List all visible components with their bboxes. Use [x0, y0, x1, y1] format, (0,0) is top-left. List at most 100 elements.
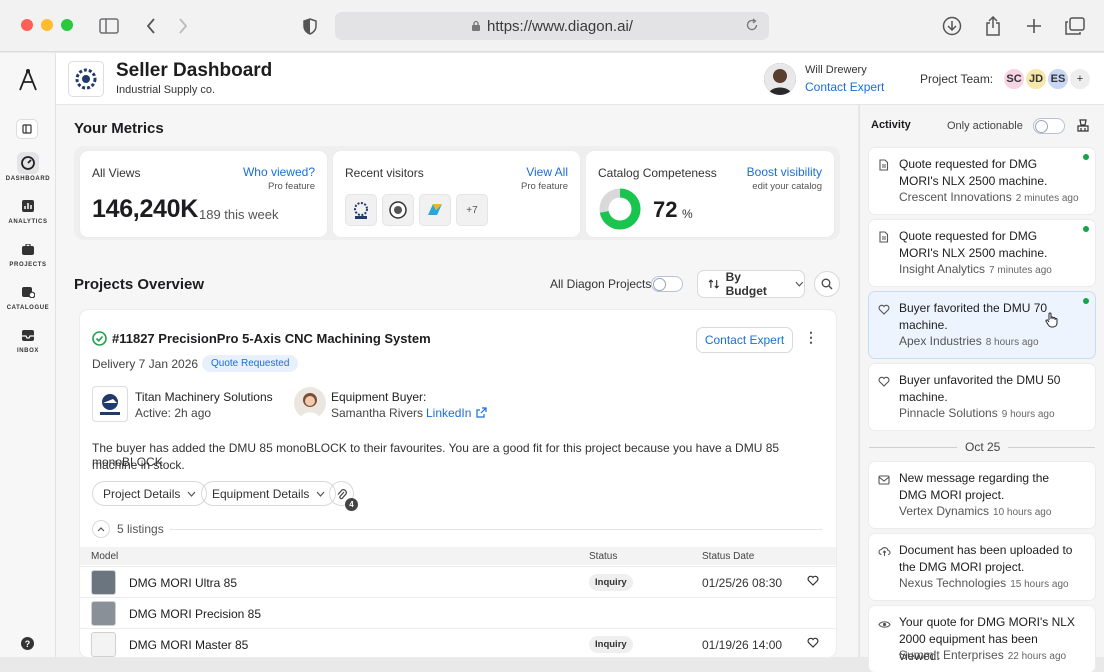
activity-company: Pinnacle Solutions	[899, 406, 998, 420]
view-all-link[interactable]: View All	[526, 165, 568, 179]
contact-expert-link[interactable]: Contact Expert	[805, 80, 884, 94]
activity-company: Crescent Innovations	[899, 190, 1012, 204]
team-avatar-jd[interactable]: JD	[1024, 67, 1048, 91]
who-viewed-link[interactable]: Who viewed?	[243, 165, 315, 179]
nav-dashboard-label: DASHBOARD	[5, 176, 51, 182]
shield-icon[interactable]	[298, 14, 322, 38]
machine-thumbnail	[91, 632, 116, 657]
all-projects-label: All Diagon Projects	[550, 277, 652, 291]
activity-time: 9 hours ago	[1001, 409, 1055, 420]
search-icon	[821, 278, 833, 290]
listings-count: 5 listings	[117, 522, 164, 536]
forward-icon[interactable]	[171, 14, 195, 38]
edit-catalog-note: edit your catalog	[752, 181, 822, 192]
activity-item[interactable]: Quote requested for DMG MORI's NLX 2500 …	[869, 148, 1095, 214]
project-title[interactable]: #11827 PrecisionPro 5-Axis CNC Machining…	[112, 331, 431, 346]
visitor-logo-seal[interactable]	[382, 194, 414, 226]
views-this-week: 189 this week	[199, 207, 279, 222]
nav-analytics[interactable]: ANALYTICS	[0, 195, 56, 225]
team-avatar-sc[interactable]: SC	[1002, 67, 1026, 91]
boost-visibility-link[interactable]: Boost visibility	[747, 165, 822, 179]
activity-item[interactable]: Your quote for DMG MORI's NLX 2000 equip…	[869, 606, 1095, 672]
close-window-button[interactable]	[21, 19, 33, 31]
team-avatar-es[interactable]: ES	[1046, 67, 1070, 91]
activity-item[interactable]: Buyer unfavorited the DMU 50 machine. Pi…	[869, 364, 1095, 430]
activity-time: 7 minutes ago	[989, 265, 1052, 276]
table-row[interactable]: DMG MORI Ultra 85 Inquiry 01/25/26 08:30	[80, 566, 836, 597]
maximize-window-button[interactable]	[61, 19, 73, 31]
back-icon[interactable]	[139, 14, 163, 38]
visitor-logo-aurora[interactable]	[419, 194, 451, 226]
external-link-icon[interactable]	[476, 407, 487, 418]
activity-item[interactable]: Quote requested for DMG MORI's NLX 2500 …	[869, 220, 1095, 286]
inbox-icon	[17, 324, 39, 346]
unread-dot	[1083, 154, 1089, 160]
reload-icon[interactable]	[745, 18, 759, 36]
app-nav-rail: DASHBOARD ANALYTICS PROJECTS CATALOGUE I…	[0, 53, 56, 657]
machine-thumbnail	[91, 601, 116, 626]
nav-inbox[interactable]: INBOX	[0, 324, 56, 354]
project-details-label: Project Details	[103, 486, 181, 501]
activity-source: Crescent Innovations 2 minutes ago	[899, 190, 1079, 204]
recent-visitors-label: Recent visitors	[345, 166, 424, 180]
linkedin-link[interactable]: LinkedIn	[426, 406, 471, 420]
visitor-logo-titan[interactable]	[345, 194, 377, 226]
activity-time: 10 hours ago	[993, 507, 1052, 518]
favorite-heart-icon[interactable]	[807, 575, 819, 589]
activity-time: 15 hours ago	[1010, 579, 1069, 590]
buyer-company-logo	[92, 386, 128, 422]
download-icon[interactable]	[940, 14, 964, 38]
activity-item[interactable]: New message regarding the DMG MORI proje…	[869, 462, 1095, 528]
equipment-details-dropdown[interactable]: Equipment Details	[201, 481, 337, 506]
help-icon[interactable]: ?	[21, 637, 34, 650]
catalog-competeness-card: Catalog Competeness Boost visibility edi…	[586, 151, 834, 237]
activity-company: Summit Enterprises	[899, 648, 1004, 662]
add-team-member-button[interactable]: +	[1068, 67, 1092, 91]
catalog-progress-ring	[599, 188, 641, 230]
sort-by-budget-dropdown[interactable]: By Budget	[697, 270, 805, 298]
more-visitors-count[interactable]: +7	[456, 194, 488, 226]
address-bar[interactable]: https://www.diagon.ai/	[335, 12, 769, 40]
favorite-heart-icon[interactable]	[807, 637, 819, 651]
status-date: 01/25/26 08:30	[702, 576, 783, 590]
machine-thumbnail	[91, 570, 116, 595]
table-row[interactable]: DMG MORI Master 85 Inquiry 01/19/26 14:0…	[80, 628, 836, 659]
project-details-dropdown[interactable]: Project Details	[92, 481, 208, 506]
contact-expert-button[interactable]: Contact Expert	[696, 327, 793, 353]
clear-filter-icon[interactable]	[1077, 119, 1089, 137]
share-icon[interactable]	[981, 14, 1005, 38]
column-status-date: Status Date	[702, 551, 755, 562]
analytics-icon	[17, 195, 39, 217]
activity-item[interactable]: Document has been uploaded to the DMG MO…	[869, 534, 1095, 600]
new-tab-icon[interactable]	[1022, 14, 1046, 38]
project-team-label: Project Team:	[920, 72, 994, 86]
activity-item[interactable]: Buyer favorited the DMU 70 machine. Apex…	[869, 292, 1095, 358]
project-card: #11827 PrecisionPro 5-Axis CNC Machining…	[80, 310, 836, 657]
minimize-window-button[interactable]	[41, 19, 53, 31]
document-icon	[878, 158, 890, 171]
tabs-overview-icon[interactable]	[1063, 14, 1087, 38]
only-actionable-label: Only actionable	[947, 120, 1023, 132]
activity-text: Document has been uploaded to the DMG MO…	[899, 543, 1073, 574]
collapse-sidebar-icon[interactable]	[16, 119, 38, 139]
all-projects-toggle[interactable]	[651, 276, 683, 292]
nav-catalogue[interactable]: CATALOGUE	[0, 281, 56, 311]
nav-dashboard[interactable]: DASHBOARD	[0, 152, 56, 182]
only-actionable-toggle[interactable]	[1033, 118, 1065, 134]
upload-icon	[878, 544, 891, 556]
sidebar-toggle-icon[interactable]	[97, 14, 121, 38]
activity-source: Pinnacle Solutions 9 hours ago	[899, 406, 1055, 420]
sort-label: By Budget	[725, 270, 767, 298]
delivery-date: Delivery 7 Jan 2026	[92, 357, 199, 371]
catalog-percent-value: 72	[653, 197, 678, 222]
activity-panel: Activity Only actionable Quote requested…	[859, 105, 1104, 672]
activity-source: Insight Analytics 7 minutes ago	[899, 262, 1052, 276]
search-projects-button[interactable]	[814, 271, 840, 297]
table-row[interactable]: DMG MORI Precision 85	[80, 597, 836, 628]
unread-dot	[1083, 226, 1089, 232]
app-logo-icon[interactable]	[17, 68, 39, 97]
check-circle-icon	[92, 331, 107, 346]
nav-projects[interactable]: PROJECTS	[0, 238, 56, 268]
collapse-listings-button[interactable]	[92, 520, 110, 538]
more-options-icon[interactable]: ⋮	[804, 329, 818, 346]
